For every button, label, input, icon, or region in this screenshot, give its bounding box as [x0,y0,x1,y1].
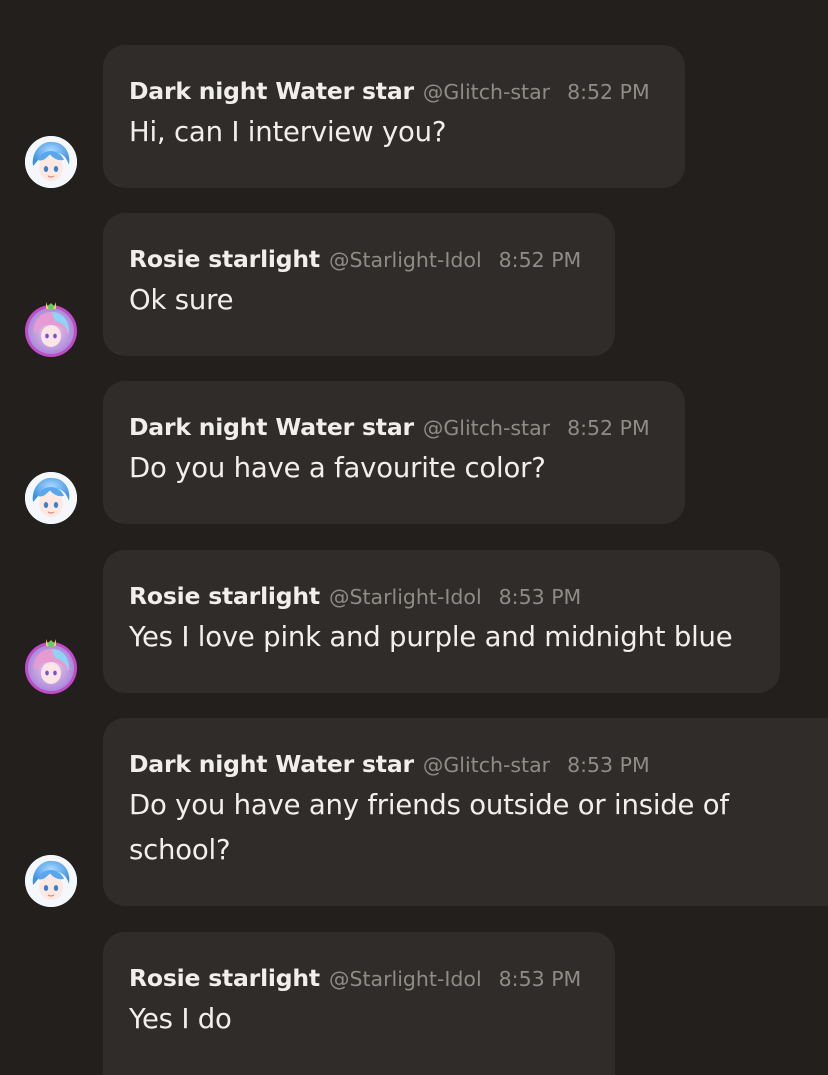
author-handle: @Glitch-star [422,753,551,777]
pink-hair-avatar-icon [25,302,77,357]
author-name[interactable]: Rosie starlight [129,963,320,993]
user-avatar[interactable] [25,855,77,907]
user-avatar[interactable] [22,635,80,697]
message-timestamp: 8:52 PM [567,80,650,104]
author-name[interactable]: Rosie starlight [129,581,320,611]
message-text: Do you have any friends outside or insid… [129,789,729,866]
pink-hair-avatar-icon [25,639,77,694]
message-timestamp: 8:53 PM [498,585,582,609]
message-bubble[interactable]: Rosie starlight @Starlight-Idol 8:52 PM … [103,213,615,356]
message-text: Do you have a favourite color? [129,452,546,484]
message-timestamp: 8:53 PM [567,753,650,777]
message-text: Yes I love pink and purple and midnight … [129,621,733,653]
message-bubble[interactable]: Dark night Water star @Glitch-star 8:53 … [103,718,828,906]
message-text: Yes I do [129,1003,232,1035]
message-meta: Rosie starlight @Starlight-Idol 8:53 PM [129,581,754,611]
blue-hair-avatar-icon [25,136,77,188]
author-handle: @Starlight-Idol [328,967,482,991]
user-avatar[interactable] [25,472,77,524]
message-meta: Dark night Water star @Glitch-star 8:53 … [129,749,802,779]
message-meta: Dark night Water star @Glitch-star 8:52 … [129,76,659,106]
message-meta: Rosie starlight @Starlight-Idol 8:52 PM [129,244,589,274]
author-name[interactable]: Dark night Water star [129,749,414,779]
author-name[interactable]: Dark night Water star [129,76,414,106]
message-bubble[interactable]: Dark night Water star @Glitch-star 8:52 … [103,45,685,188]
author-handle: @Starlight-Idol [328,248,482,272]
message-timestamp: 8:52 PM [567,416,650,440]
blue-hair-avatar-icon [25,472,77,524]
message-meta: Dark night Water star @Glitch-star 8:52 … [129,412,659,442]
author-handle: @Glitch-star [422,80,551,104]
user-avatar[interactable] [22,298,80,360]
chat-message-list: Dark night Water star @Glitch-star 8:52 … [0,0,828,1075]
message-bubble[interactable]: Rosie starlight @Starlight-Idol 8:53 PM … [103,932,615,1075]
author-handle: @Starlight-Idol [328,585,482,609]
message-text: Ok sure [129,284,234,316]
message-meta: Rosie starlight @Starlight-Idol 8:53 PM [129,963,589,993]
blue-hair-avatar-icon [25,855,77,907]
author-name[interactable]: Rosie starlight [129,244,320,274]
message-timestamp: 8:53 PM [498,967,582,991]
message-bubble[interactable]: Dark night Water star @Glitch-star 8:52 … [103,381,685,524]
author-name[interactable]: Dark night Water star [129,412,414,442]
message-text: Hi, can I interview you? [129,116,447,148]
message-timestamp: 8:52 PM [498,248,582,272]
user-avatar[interactable] [25,136,77,188]
message-bubble[interactable]: Rosie starlight @Starlight-Idol 8:53 PM … [103,550,780,693]
author-handle: @Glitch-star [422,416,551,440]
